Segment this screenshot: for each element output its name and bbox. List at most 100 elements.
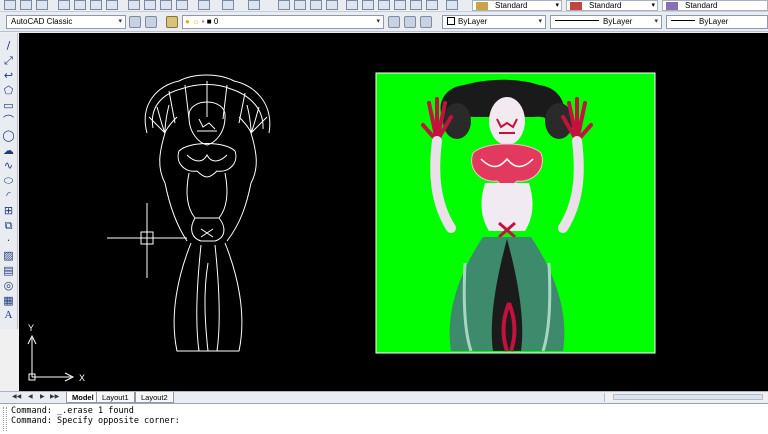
design-center-icon[interactable] <box>362 0 374 10</box>
ellipse-arc-icon[interactable]: ◜ <box>2 189 15 202</box>
draw-toolbar: / ⤢ ↩ ⬠ ▭ ⌒ ◯ ☁ ∿ ⬭ ◜ ⊞ ⧉ · ▨ ▤ ◎ ▦ A <box>0 33 18 329</box>
drawing-canvas[interactable]: Y X <box>19 33 768 391</box>
linetype-dropdown[interactable]: ByLayer ▾ <box>550 15 662 29</box>
workspace-settings-icon[interactable] <box>129 16 141 28</box>
sun-icon: ☼ <box>192 17 200 26</box>
tool-palettes-icon[interactable] <box>378 0 390 10</box>
zoom-window-icon[interactable] <box>310 0 322 10</box>
gradient-icon[interactable]: ▤ <box>2 264 15 277</box>
polyline-icon[interactable]: ↩ <box>2 69 15 82</box>
layer-value: 0 <box>213 17 219 26</box>
my-workspace-icon[interactable] <box>145 16 157 28</box>
chevron-down-icon: ▾ <box>651 2 655 9</box>
markup-icon[interactable] <box>410 0 422 10</box>
next-tab-icon[interactable]: ▶ <box>40 394 47 401</box>
rectangle-icon[interactable]: ▭ <box>2 99 15 112</box>
model-space-drawing: Y X <box>27 72 656 383</box>
pan-icon[interactable] <box>278 0 290 10</box>
table-style-icon <box>666 2 678 10</box>
properties-icon[interactable] <box>346 0 358 10</box>
open-icon[interactable] <box>20 0 32 10</box>
circle-icon[interactable]: ◯ <box>2 129 15 142</box>
make-block-icon[interactable]: ⧉ <box>2 219 15 232</box>
paste-icon[interactable] <box>160 0 172 10</box>
dim-style-value: Standard <box>589 1 622 10</box>
last-tab-icon[interactable]: ▶▶ <box>50 394 59 401</box>
text-style-icon <box>476 2 488 10</box>
scrollbar-thumb[interactable] <box>613 394 763 400</box>
spline-icon[interactable]: ∿ <box>2 159 15 172</box>
command-prompt-line: Command: Specify opposite corner: <box>11 416 180 426</box>
hatch-icon[interactable]: ▨ <box>2 249 15 262</box>
make-layer-current-icon[interactable] <box>388 16 400 28</box>
plot-preview-icon[interactable] <box>74 0 86 10</box>
quickcalc-icon[interactable] <box>426 0 438 10</box>
layer-properties-icon[interactable] <box>166 16 178 28</box>
layer-tools-icon[interactable] <box>420 16 432 28</box>
linetype-sample <box>555 20 599 21</box>
horizontal-scrollbar[interactable] <box>604 393 768 402</box>
previous-tab-icon[interactable]: ◀ <box>28 394 35 401</box>
undo-icon[interactable] <box>222 0 234 10</box>
color-value: ByLayer <box>458 17 488 26</box>
table-style-value: Standard <box>685 1 718 10</box>
color-swatch <box>447 17 455 25</box>
revision-cloud-icon[interactable]: ☁ <box>2 144 15 157</box>
block-editor-icon[interactable] <box>198 0 210 10</box>
first-tab-icon[interactable]: ◀◀ <box>12 394 21 401</box>
table-style-dropdown[interactable]: Standard <box>662 0 768 11</box>
ucs-icon <box>27 334 75 382</box>
workspace-value: AutoCAD Classic <box>11 17 73 26</box>
print-icon[interactable] <box>58 0 70 10</box>
construction-line-icon[interactable]: ⤢ <box>2 54 15 67</box>
tab-layout2[interactable]: Layout2 <box>135 392 174 403</box>
command-line-window[interactable]: Command: _.erase 1 found Command: Specif… <box>0 403 768 434</box>
layout-tabs-bar: ◀◀ ◀ ▶ ▶▶ Model Layout1 Layout2 <box>0 391 768 403</box>
cut-icon[interactable] <box>128 0 140 10</box>
save-icon[interactable] <box>36 0 48 10</box>
chevron-down-icon: ▾ <box>654 18 658 25</box>
new-icon[interactable] <box>4 0 16 10</box>
layer-dropdown[interactable]: ● ☼ ▪ ■ 0 ▾ <box>182 15 384 29</box>
dim-style-dropdown[interactable]: Standard ▾ <box>566 0 658 11</box>
3d-dwf-icon[interactable] <box>106 0 118 10</box>
insert-block-icon[interactable]: ⊞ <box>2 204 15 217</box>
text-style-value: Standard <box>495 1 528 10</box>
redo-icon[interactable] <box>248 0 260 10</box>
ucs-y-label: Y <box>28 323 34 333</box>
layer-previous-icon[interactable] <box>404 16 416 28</box>
help-icon[interactable] <box>446 0 458 10</box>
line-icon[interactable]: / <box>2 39 15 52</box>
copy-icon[interactable] <box>144 0 156 10</box>
command-window-grip[interactable] <box>3 407 7 431</box>
layer-on-icon: ● <box>185 17 190 26</box>
traced-figure-wireframe[interactable] <box>107 74 271 352</box>
zoom-realtime-icon[interactable] <box>294 0 306 10</box>
chevron-down-icon: ▾ <box>376 18 380 25</box>
layer-color-icon: ■ <box>206 17 212 26</box>
arc-icon[interactable]: ⌒ <box>2 114 15 127</box>
tab-model[interactable]: Model <box>66 392 100 403</box>
region-icon[interactable]: ◎ <box>2 279 15 292</box>
multiline-text-icon[interactable]: A <box>2 309 15 322</box>
workspaces-layers-toolbar: AutoCAD Classic ▾ ● ☼ ▪ ■ 0 ▾ ByLayer ▾ … <box>0 12 768 32</box>
sheet-set-icon[interactable] <box>394 0 406 10</box>
standard-toolbar: Standard ▾ Standard ▾ Standard <box>0 0 768 12</box>
workspace-dropdown[interactable]: AutoCAD Classic ▾ <box>6 15 126 29</box>
ellipse-icon[interactable]: ⬭ <box>2 174 15 187</box>
reference-image[interactable] <box>375 72 656 354</box>
ucs-x-label: X <box>79 373 85 383</box>
tab-layout1[interactable]: Layout1 <box>96 392 135 403</box>
dim-style-icon <box>570 2 582 10</box>
zoom-previous-icon[interactable] <box>326 0 338 10</box>
polygon-icon[interactable]: ⬠ <box>2 84 15 97</box>
lineweight-sample <box>671 20 695 21</box>
publish-icon[interactable] <box>90 0 102 10</box>
color-dropdown[interactable]: ByLayer ▾ <box>442 15 546 29</box>
text-style-dropdown[interactable]: Standard ▾ <box>472 0 562 11</box>
command-history-line: Command: _.erase 1 found <box>11 406 134 416</box>
lineweight-dropdown[interactable]: ByLayer <box>666 15 768 29</box>
match-properties-icon[interactable] <box>176 0 188 10</box>
table-icon[interactable]: ▦ <box>2 294 15 307</box>
point-icon[interactable]: · <box>2 234 15 247</box>
